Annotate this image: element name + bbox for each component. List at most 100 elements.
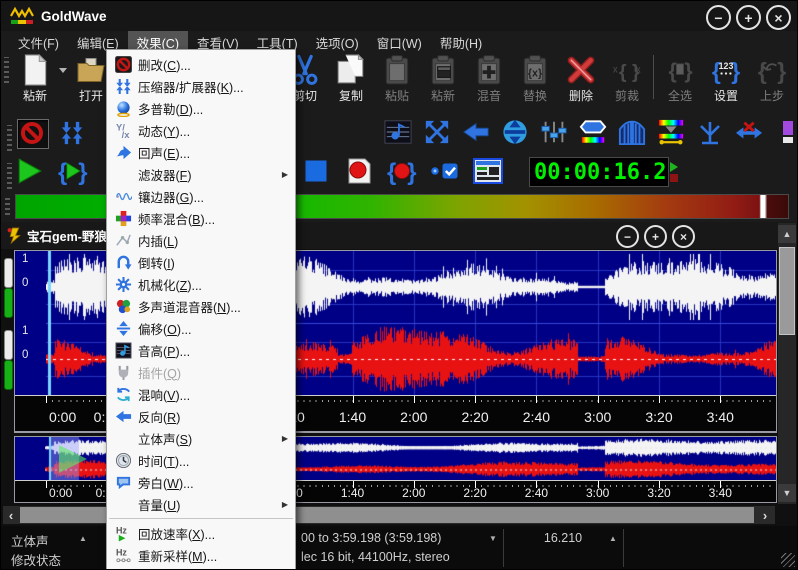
record-selection-button[interactable]: {} — [387, 157, 425, 187]
toolbar-drag-handle[interactable] — [7, 125, 12, 151]
effects-menu-item-filter[interactable]: 滤波器(F)▶ — [107, 163, 295, 185]
menubar-item-4[interactable]: 工具(T) — [248, 31, 307, 50]
timeline-tick — [659, 396, 660, 403]
effects-menu-item-doppler[interactable]: 多普勒(D)... — [107, 97, 295, 119]
menubar-item-7[interactable]: 帮助(H) — [431, 31, 491, 50]
effects-menu-item-mechanize[interactable]: 机械化(Z)... — [107, 273, 295, 295]
vertical-scroll-thumb[interactable] — [779, 247, 795, 335]
toolbar-drag-handle[interactable] — [4, 57, 9, 83]
position-value-status[interactable]: 16.210 — [521, 531, 605, 545]
clipped-button[interactable] — [774, 119, 798, 147]
minimize-button[interactable]: − — [706, 5, 731, 30]
spectrum-hex-button[interactable] — [579, 119, 609, 147]
channel-mode-status[interactable]: 立体声 — [11, 531, 49, 550]
effects-menu-item-compressor-expander[interactable]: 压缩器/扩展器(K)... — [107, 75, 295, 97]
selection-dropdown-icon[interactable]: ▼ — [489, 534, 497, 543]
effects-menu-item-time-warp[interactable]: 时间(T)... — [107, 449, 295, 471]
effects-menu-item-plugin[interactable]: 插件(Q) — [107, 361, 295, 383]
channel1-indicator[interactable] — [4, 258, 13, 288]
app-title: GoldWave — [41, 9, 107, 24]
expand-arrows-button[interactable] — [423, 119, 453, 147]
record-button[interactable] — [344, 157, 382, 187]
time-readout: 00:00:16.2 — [534, 160, 666, 185]
effects-menu-item-reverb[interactable]: 混响(V)... — [107, 383, 295, 405]
effects-menu-item-frequency-blend[interactable]: 频率混合(B)... — [107, 207, 295, 229]
play-button[interactable] — [15, 157, 53, 187]
new-file-button[interactable]: 粘新 — [12, 53, 58, 104]
offset-circle-button[interactable] — [501, 119, 531, 147]
doc-close-button[interactable]: × — [672, 225, 695, 248]
menubar-item-3[interactable]: 查看(V) — [188, 31, 248, 50]
resize-grip[interactable] — [781, 553, 795, 567]
scroll-right-arrow-icon[interactable]: › — [757, 506, 773, 524]
meter-drag-handle[interactable] — [5, 197, 10, 215]
effects-menu-item-pitch[interactable]: 音高(P)... — [107, 339, 295, 361]
copy-button[interactable]: 复制 — [328, 53, 374, 104]
toolbar-drag-handle[interactable] — [7, 163, 12, 189]
effects-menu-item-volume[interactable]: 音量(U)▶ — [107, 493, 295, 515]
value-spinner-icon[interactable]: ▲ — [609, 534, 617, 543]
equalizer-button[interactable] — [540, 119, 570, 147]
filter-sweep-button[interactable] — [657, 119, 687, 147]
effects-menu-item-interpolate[interactable]: 内插(L) — [107, 229, 295, 251]
effects-menu-item-stereo[interactable]: 立体声(S)▶ — [107, 427, 295, 449]
channel-mode-spinner-icon[interactable]: ▲ — [79, 534, 87, 543]
paste-new-button[interactable]: 粘新 — [420, 53, 466, 104]
mix-button[interactable]: 混音 — [466, 53, 512, 104]
select-all-button[interactable]: {}全选 — [657, 53, 703, 104]
effects-menu-item-censor[interactable]: 删改(C)... — [107, 53, 295, 75]
timeline-label: 2:20 — [451, 409, 499, 425]
channel1-enable-toggle[interactable] — [4, 288, 13, 318]
block-button[interactable] — [17, 119, 49, 149]
play-selection-button[interactable]: {} — [58, 157, 96, 187]
toolbar-button-label: 复制 — [328, 87, 374, 104]
effects-menu-item-flanger[interactable]: 镶边器(G)... — [107, 185, 295, 207]
doc-minimize-button[interactable]: − — [616, 225, 639, 248]
compress-button[interactable] — [58, 120, 88, 148]
delete-button[interactable]: 删除 — [558, 53, 604, 104]
paste-button[interactable]: 粘贴 — [374, 53, 420, 104]
control-window-button[interactable] — [473, 157, 511, 187]
timeline-label: 3:20 — [635, 409, 683, 425]
x-arrows-button[interactable] — [735, 119, 765, 147]
toolbar-button-label: 删除 — [558, 87, 604, 104]
menubar-item-1[interactable]: 编辑(E) — [68, 31, 128, 50]
maximize-button[interactable]: + — [736, 5, 761, 30]
monitor-button[interactable] — [430, 157, 468, 187]
menubar-item-0[interactable]: 文件(F) — [9, 31, 68, 50]
effects-menu-item-echo[interactable]: 回声(E)... — [107, 141, 295, 163]
channel2-indicator[interactable] — [4, 330, 13, 360]
reverse-arrow-button[interactable] — [462, 119, 492, 147]
set-selection-button[interactable]: {}123设置 — [703, 53, 749, 104]
doc-maximize-button[interactable]: + — [644, 225, 667, 248]
selection-range-status[interactable]: 00 to 3:59.198 (3:59.198) — [301, 531, 441, 545]
menubar-item-2[interactable]: 效果(C) — [128, 31, 188, 50]
effects-menu-item-multichannel-mixer[interactable]: 多声道混音器(N)... — [107, 295, 295, 317]
replace-button[interactable]: {x}替换 — [512, 53, 558, 104]
stop-button[interactable] — [301, 157, 339, 187]
effects-menu-item-reverse[interactable]: 反向(R) — [107, 405, 295, 427]
effects-menu-item-dynamics[interactable]: Y//x动态(Y)... — [107, 119, 295, 141]
channel2-enable-toggle[interactable] — [4, 360, 13, 390]
scroll-up-arrow-icon[interactable]: ▲ — [778, 225, 796, 243]
vertical-scrollbar[interactable]: ▲ ▼ — [778, 223, 796, 504]
svg-text:{x}: {x} — [528, 67, 542, 79]
menubar-item-6[interactable]: 窗口(W) — [368, 31, 431, 50]
effects-menu-item-playback-rate[interactable]: Hz回放速率(X)... — [107, 522, 295, 544]
scroll-left-arrow-icon[interactable]: ‹ — [3, 506, 19, 524]
new-file-dropdown-icon[interactable] — [59, 68, 67, 73]
pitch-chart-icon — [384, 119, 414, 147]
effects-menu-item-invert[interactable]: 倒转(I) — [107, 251, 295, 273]
undo-step-button[interactable]: {}上步 — [749, 53, 795, 104]
close-button[interactable]: × — [766, 5, 791, 30]
gate-doors-button[interactable] — [618, 119, 648, 147]
effects-menu-item-resample[interactable]: Hz重新采样(M)... — [107, 544, 295, 566]
rays-button[interactable] — [696, 119, 726, 147]
menubar-item-5[interactable]: 选项(O) — [307, 31, 368, 50]
effects-menu-item-narrator[interactable]: 旁白(W)... — [107, 471, 295, 493]
compressor-icon — [113, 77, 133, 95]
scroll-down-arrow-icon[interactable]: ▼ — [778, 484, 796, 502]
pitch-chart-button[interactable] — [384, 119, 414, 147]
effects-menu-item-offset[interactable]: 偏移(O)... — [107, 317, 295, 339]
trim-button[interactable]: { }xx剪裁 — [604, 53, 650, 104]
